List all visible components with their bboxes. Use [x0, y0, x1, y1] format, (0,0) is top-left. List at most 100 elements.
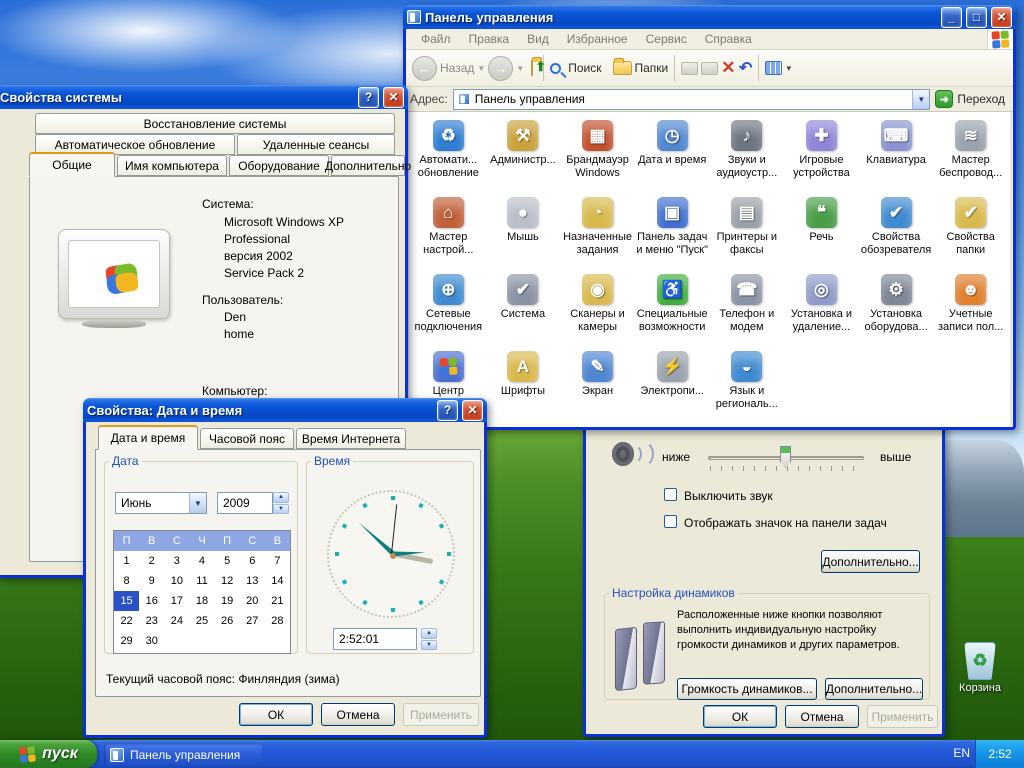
cp-item-display[interactable]: ✎ Экран [560, 351, 635, 427]
search-icon[interactable] [550, 62, 562, 74]
address-combo[interactable]: Панель управления ▼ [452, 88, 931, 110]
calendar-day[interactable]: 29 [114, 631, 139, 651]
sound-cancel-button[interactable]: Отмена [785, 705, 859, 728]
calendar-day[interactable]: 9 [139, 571, 164, 591]
move-to-icon[interactable] [681, 61, 699, 75]
calendar-day[interactable]: 22 [114, 611, 139, 631]
calendar-day[interactable]: 13 [240, 571, 265, 591]
recycle-bin[interactable]: ♻ Корзина [944, 642, 1016, 694]
cp-item-administration[interactable]: ⚒ Администр... [486, 120, 561, 197]
tab-system-restore[interactable]: Восстановление системы [35, 113, 395, 134]
calendar-day[interactable]: 11 [189, 571, 214, 591]
taskbar-clock[interactable]: 2:52 [975, 740, 1024, 768]
views-dropdown-icon[interactable]: ▼ [785, 64, 793, 73]
calendar-day[interactable]: 8 [114, 571, 139, 591]
calendar-day[interactable]: 10 [164, 571, 189, 591]
cp-item-user-accounts[interactable]: ☻ Учетные записи пол... [933, 274, 1008, 351]
cp-item-sounds-audio[interactable]: ♪ Звуки и аудиоустр... [710, 120, 785, 197]
calendar-day[interactable]: 19 [215, 591, 240, 611]
year-spinner[interactable]: ▲ ▼ [273, 492, 289, 514]
menu-favorites[interactable]: Избранное [558, 32, 637, 46]
menu-tools[interactable]: Сервис [637, 32, 696, 46]
delete-icon[interactable]: ✕ [721, 58, 735, 78]
cp-item-regional-language[interactable]: ◒ Язык и региональ... [710, 351, 785, 427]
cp-item-game-controllers[interactable]: ✚ Игровые устройства [784, 120, 859, 197]
cp-item-scanners-cameras[interactable]: ◉ Сканеры и камеры [560, 274, 635, 351]
datetime-ok-button[interactable]: ОК [239, 703, 313, 726]
datetime-titlebar[interactable]: Свойства: Дата и время ? ✕ [83, 398, 487, 422]
volume-slider-thumb[interactable] [780, 446, 791, 468]
address-dropdown-icon[interactable]: ▼ [912, 89, 930, 109]
calendar-day[interactable]: 3 [164, 551, 189, 571]
time-input[interactable]: 2:52:01 [333, 628, 417, 650]
views-icon[interactable] [764, 61, 782, 75]
sound-apply-button[interactable]: Применить [867, 705, 938, 728]
menu-edit[interactable]: Правка [460, 32, 519, 46]
forward-dropdown-icon[interactable]: ▼ [516, 64, 524, 73]
close-button[interactable]: ✕ [991, 6, 1012, 28]
start-button[interactable]: пуск [0, 740, 97, 768]
menu-help[interactable]: Справка [696, 32, 761, 46]
tab-hardware[interactable]: Оборудование [229, 155, 329, 176]
menu-view[interactable]: Вид [518, 32, 558, 46]
cp-item-date-and-time[interactable]: ◷ Дата и время [635, 120, 710, 197]
calendar-day[interactable]: 12 [215, 571, 240, 591]
cp-item-internet-options[interactable]: ✔ Свойства обозревателя [859, 197, 934, 274]
back-dropdown-icon[interactable]: ▼ [477, 64, 485, 73]
cp-item-automatic-updates[interactable]: ♻ Автомати... обновление [411, 120, 486, 197]
calendar-day[interactable]: 4 [189, 551, 214, 571]
cp-item-add-hardware[interactable]: ⚙ Установка оборудова... [859, 274, 934, 351]
tab-internet-time[interactable]: Время Интернета [296, 428, 406, 449]
mute-checkbox-label[interactable]: Выключить звук [684, 489, 773, 503]
calendar-day[interactable]: 6 [240, 551, 265, 571]
tab-computer-name[interactable]: Имя компьютера [117, 155, 227, 176]
sound-ok-button[interactable]: ОК [703, 705, 777, 728]
undo-icon[interactable]: ↷ [739, 58, 752, 78]
cp-item-power-options[interactable]: ⚡ Электропи... [635, 351, 710, 427]
taskbar-item-control-panel[interactable]: Панель управления [104, 743, 262, 766]
spin-up-icon[interactable]: ▲ [421, 628, 437, 639]
tray-icon-checkbox[interactable] [664, 515, 677, 528]
go-button[interactable]: ➜ Переход [935, 90, 1009, 108]
tab-remote[interactable]: Удаленные сеансы [237, 134, 395, 155]
cp-item-wireless-wizard[interactable]: ≋ Мастер беспровод... [933, 120, 1008, 197]
calendar-day[interactable]: 25 [189, 611, 214, 631]
cp-item-network-setup-wizard[interactable]: ⌂ Мастер настрой... [411, 197, 486, 274]
time-spinner[interactable]: ▲ ▼ [421, 628, 437, 650]
copy-to-icon[interactable] [701, 61, 719, 75]
cp-item-scheduled-tasks[interactable]: ◔ Назначенные задания [560, 197, 635, 274]
folders-icon[interactable] [612, 58, 632, 75]
cp-item-folder-options[interactable]: ✔ Свойства папки [933, 197, 1008, 274]
calendar-day[interactable]: 1 [114, 551, 139, 571]
cp-item-taskbar-start-menu[interactable]: ▣ Панель задач и меню "Пуск" [635, 197, 710, 274]
close-button[interactable]: ✕ [462, 399, 483, 421]
folders-button-label[interactable]: Папки [635, 61, 669, 75]
maximize-button[interactable]: □ [966, 6, 987, 28]
speaker-volume-button[interactable]: Громкость динамиков... [677, 678, 817, 700]
cp-item-phone-modem[interactable]: ☎ Телефон и модем [710, 274, 785, 351]
cp-item-windows-firewall[interactable]: ▦ Брандмауэр Windows [560, 120, 635, 197]
calendar-day[interactable]: 20 [240, 591, 265, 611]
calendar-day[interactable]: 5 [215, 551, 240, 571]
system-properties-titlebar[interactable]: Свойства системы ? ✕ [0, 85, 408, 109]
cp-item-fonts[interactable]: А Шрифты [486, 351, 561, 427]
tab-general[interactable]: Общие [29, 152, 115, 177]
back-button-icon[interactable]: ← [412, 55, 437, 81]
cp-item-add-remove-programs[interactable]: ◎ Установка и удаление... [784, 274, 859, 351]
cp-item-printers-faxes[interactable]: ▤ Принтеры и факсы [710, 197, 785, 274]
spin-down-icon[interactable]: ▼ [273, 503, 289, 514]
cp-item-mouse[interactable]: ● Мышь [486, 197, 561, 274]
tab-advanced[interactable]: Дополнительно [325, 155, 411, 176]
calendar-day[interactable]: 2 [139, 551, 164, 571]
forward-button-icon[interactable]: → [488, 55, 514, 81]
calendar-day[interactable]: 17 [164, 591, 189, 611]
back-button-label[interactable]: Назад [440, 61, 474, 75]
calendar-day[interactable]: 15 [114, 591, 140, 611]
calendar-day[interactable]: 16 [139, 591, 164, 611]
month-select[interactable]: Июнь ▼ [115, 492, 207, 514]
cp-item-accessibility[interactable]: ♿ Специальные возможности [635, 274, 710, 351]
calendar-day[interactable]: 18 [189, 591, 214, 611]
volume-advanced-button[interactable]: Дополнительно... [821, 550, 920, 573]
cp-item-network-connections[interactable]: ⊕ Сетевые подключения [411, 274, 486, 351]
close-button[interactable]: ✕ [383, 86, 404, 108]
